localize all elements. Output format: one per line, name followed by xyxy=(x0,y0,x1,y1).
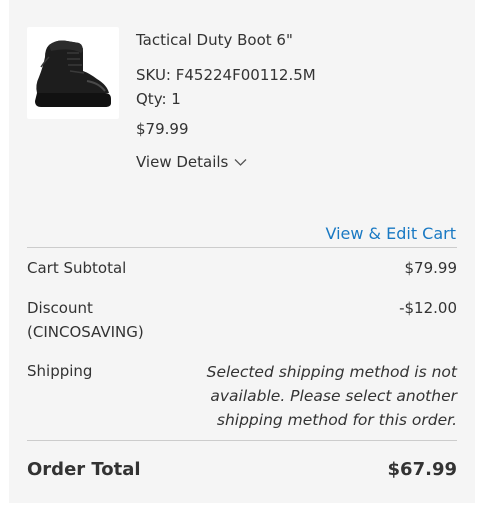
discount-value: -$12.00 xyxy=(399,299,457,317)
order-total-label: Order Total xyxy=(27,459,141,480)
view-details-toggle[interactable]: View Details xyxy=(136,152,247,172)
product-sku: SKU: F45224F00112.5M xyxy=(136,66,316,84)
product-image[interactable] xyxy=(27,27,119,119)
subtotal-label: Cart Subtotal xyxy=(27,259,127,277)
divider xyxy=(27,247,457,248)
discount-label: Discount xyxy=(27,299,93,317)
product-qty: Qty: 1 xyxy=(136,90,181,108)
product-price: $79.99 xyxy=(136,120,189,138)
view-edit-cart-link[interactable]: View & Edit Cart xyxy=(325,224,456,244)
product-name[interactable]: Tactical Duty Boot 6" xyxy=(136,30,293,50)
divider xyxy=(27,440,457,441)
boot-icon xyxy=(35,40,111,107)
chevron-down-icon xyxy=(234,158,247,166)
shipping-message: Selected shipping method is not availabl… xyxy=(206,363,457,429)
discount-code-label: (CINCOSAVING) xyxy=(27,323,144,341)
shipping-label: Shipping xyxy=(27,362,93,380)
subtotal-value: $79.99 xyxy=(404,259,458,277)
view-details-label: View Details xyxy=(136,153,229,171)
order-total-value: $67.99 xyxy=(387,459,457,480)
